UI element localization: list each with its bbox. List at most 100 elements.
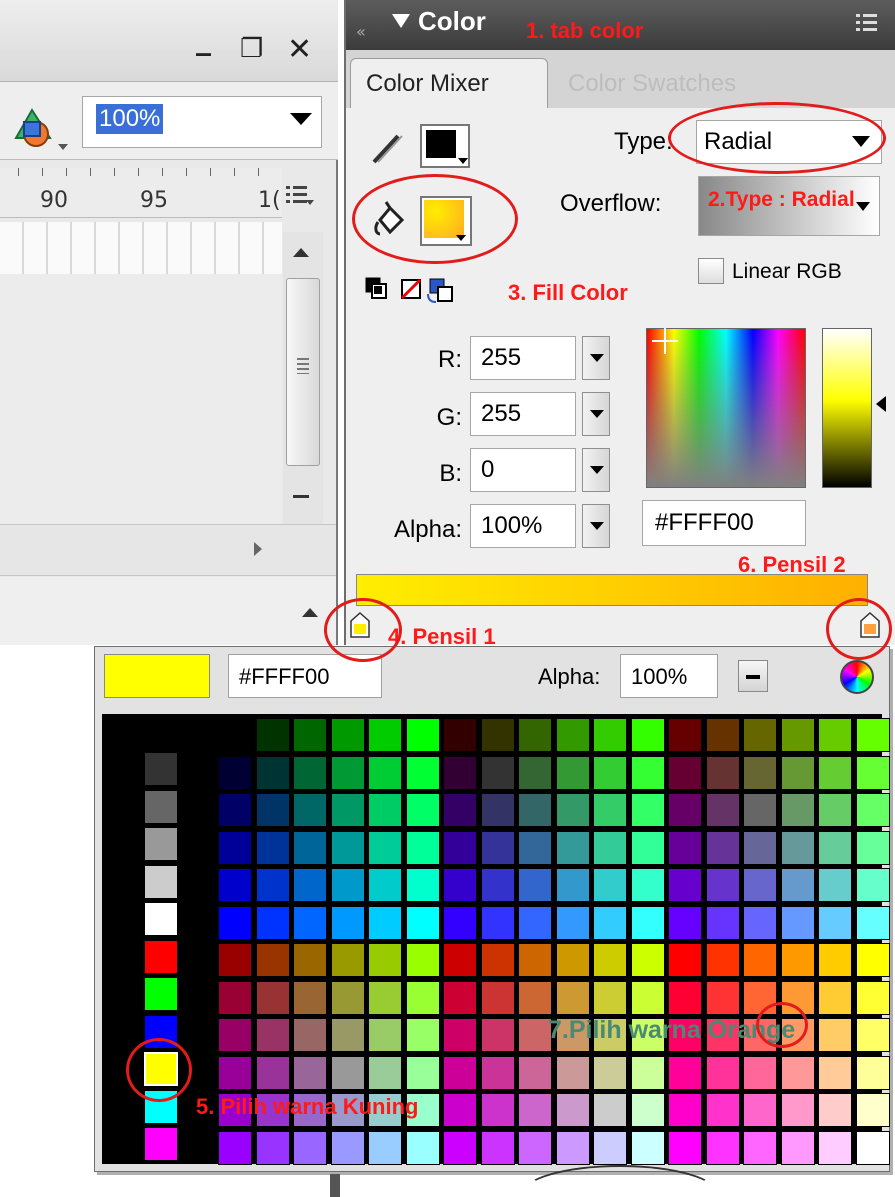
color-swatch[interactable] [818,868,852,902]
edit-symbols-icon[interactable] [10,100,68,152]
side-color-swatch[interactable] [144,977,178,1011]
color-swatch[interactable] [368,755,402,790]
side-color-swatch[interactable] [144,827,178,861]
color-swatch[interactable] [518,868,552,902]
color-swatch[interactable] [855,1055,890,1090]
color-swatch[interactable] [818,1018,852,1052]
color-swatch[interactable] [705,1093,740,1127]
color-swatch[interactable] [330,1130,365,1165]
color-swatch[interactable] [405,905,440,940]
color-swatch[interactable] [405,943,440,977]
color-swatch[interactable] [630,1093,665,1127]
color-swatch[interactable] [330,905,365,940]
color-swatch[interactable] [668,868,702,902]
color-swatch[interactable] [330,755,365,790]
color-swatch[interactable] [255,718,290,752]
collapse-arrow-icon[interactable] [392,14,410,28]
side-color-swatch[interactable] [144,1127,178,1161]
color-swatch[interactable] [593,755,627,790]
color-swatch[interactable] [780,793,815,827]
color-swatch[interactable] [705,868,740,902]
color-swatch[interactable] [218,980,252,1015]
chevron-down-icon[interactable] [290,113,312,125]
color-swatch[interactable] [705,905,740,940]
color-swatch[interactable] [255,943,290,977]
color-swatch[interactable] [218,1130,252,1165]
color-swatch[interactable] [330,718,365,752]
color-swatch[interactable] [443,868,477,902]
color-swatch[interactable] [293,1018,327,1052]
color-swatch[interactable] [330,980,365,1015]
dropdown-arrow-icon[interactable] [458,158,468,164]
color-swatch[interactable] [593,980,627,1015]
color-swatch[interactable] [330,830,365,865]
color-swatch[interactable] [555,1055,590,1090]
color-swatch[interactable] [818,980,852,1015]
color-swatch[interactable] [780,755,815,790]
color-swatch[interactable] [743,1130,777,1165]
color-swatch[interactable] [780,830,815,865]
color-swatch[interactable] [780,1130,815,1165]
color-swatch[interactable] [480,905,515,940]
color-swatch[interactable] [630,1055,665,1090]
color-wheel-icon[interactable] [840,660,874,694]
blue-stepper[interactable] [582,448,610,492]
color-swatch[interactable] [855,868,890,902]
color-swatch[interactable] [555,718,590,752]
color-swatch[interactable] [818,1093,852,1127]
color-swatch[interactable] [705,1055,740,1090]
color-swatch[interactable] [443,1018,477,1052]
timeline-menu-icon[interactable] [286,184,314,206]
red-stepper[interactable] [582,336,610,380]
color-swatch[interactable] [593,1055,627,1090]
color-swatch[interactable] [405,980,440,1015]
color-swatch[interactable] [518,1018,552,1052]
color-swatch[interactable] [743,905,777,940]
color-swatch[interactable] [368,868,402,902]
color-swatch[interactable] [480,718,515,752]
color-swatch[interactable] [480,1018,515,1052]
brightness-slider[interactable] [822,328,872,488]
color-swatch[interactable] [780,943,815,977]
color-swatch[interactable] [780,905,815,940]
color-swatch[interactable] [630,718,665,752]
scroll-up-icon[interactable] [302,608,318,617]
pencil-icon[interactable] [368,130,408,166]
scroll-up-icon[interactable] [293,248,309,257]
color-swatch[interactable] [630,905,665,940]
close-button[interactable]: ✕ [287,32,312,67]
hex-input[interactable]: #FFFF00 [642,500,806,546]
color-swatch[interactable] [480,868,515,902]
color-swatch[interactable] [330,1018,365,1052]
color-swatch[interactable] [443,830,477,865]
color-swatch[interactable] [218,1055,252,1090]
color-swatch[interactable] [518,1130,552,1165]
color-swatch[interactable] [443,718,477,752]
side-color-swatch[interactable] [144,939,178,974]
color-swatch[interactable] [743,943,777,977]
color-swatch[interactable] [405,793,440,827]
restore-button[interactable]: ❐ [240,34,263,64]
color-swatch[interactable] [668,980,702,1015]
color-swatch[interactable] [518,755,552,790]
chevron-down-icon[interactable] [856,202,870,211]
color-swatch[interactable] [668,943,702,977]
color-swatch[interactable] [630,1130,665,1165]
color-swatch[interactable] [630,943,665,977]
color-swatch[interactable] [555,1130,590,1165]
red-input[interactable]: 255 [470,336,576,380]
scroll-right-icon[interactable] [254,542,262,556]
color-swatch[interactable] [218,868,252,902]
color-swatch[interactable] [255,830,290,865]
color-swatch[interactable] [743,868,777,902]
color-swatch[interactable] [593,793,627,827]
color-swatch[interactable] [818,718,852,752]
alpha-input[interactable]: 100% [470,504,576,548]
color-swatch[interactable] [743,830,777,865]
color-swatch[interactable] [668,1055,702,1090]
color-swatch[interactable] [255,1130,290,1165]
timeline-frames[interactable] [0,222,282,274]
color-swatch[interactable] [630,830,665,865]
color-swatch[interactable] [780,1093,815,1127]
color-swatch[interactable] [330,1055,365,1090]
